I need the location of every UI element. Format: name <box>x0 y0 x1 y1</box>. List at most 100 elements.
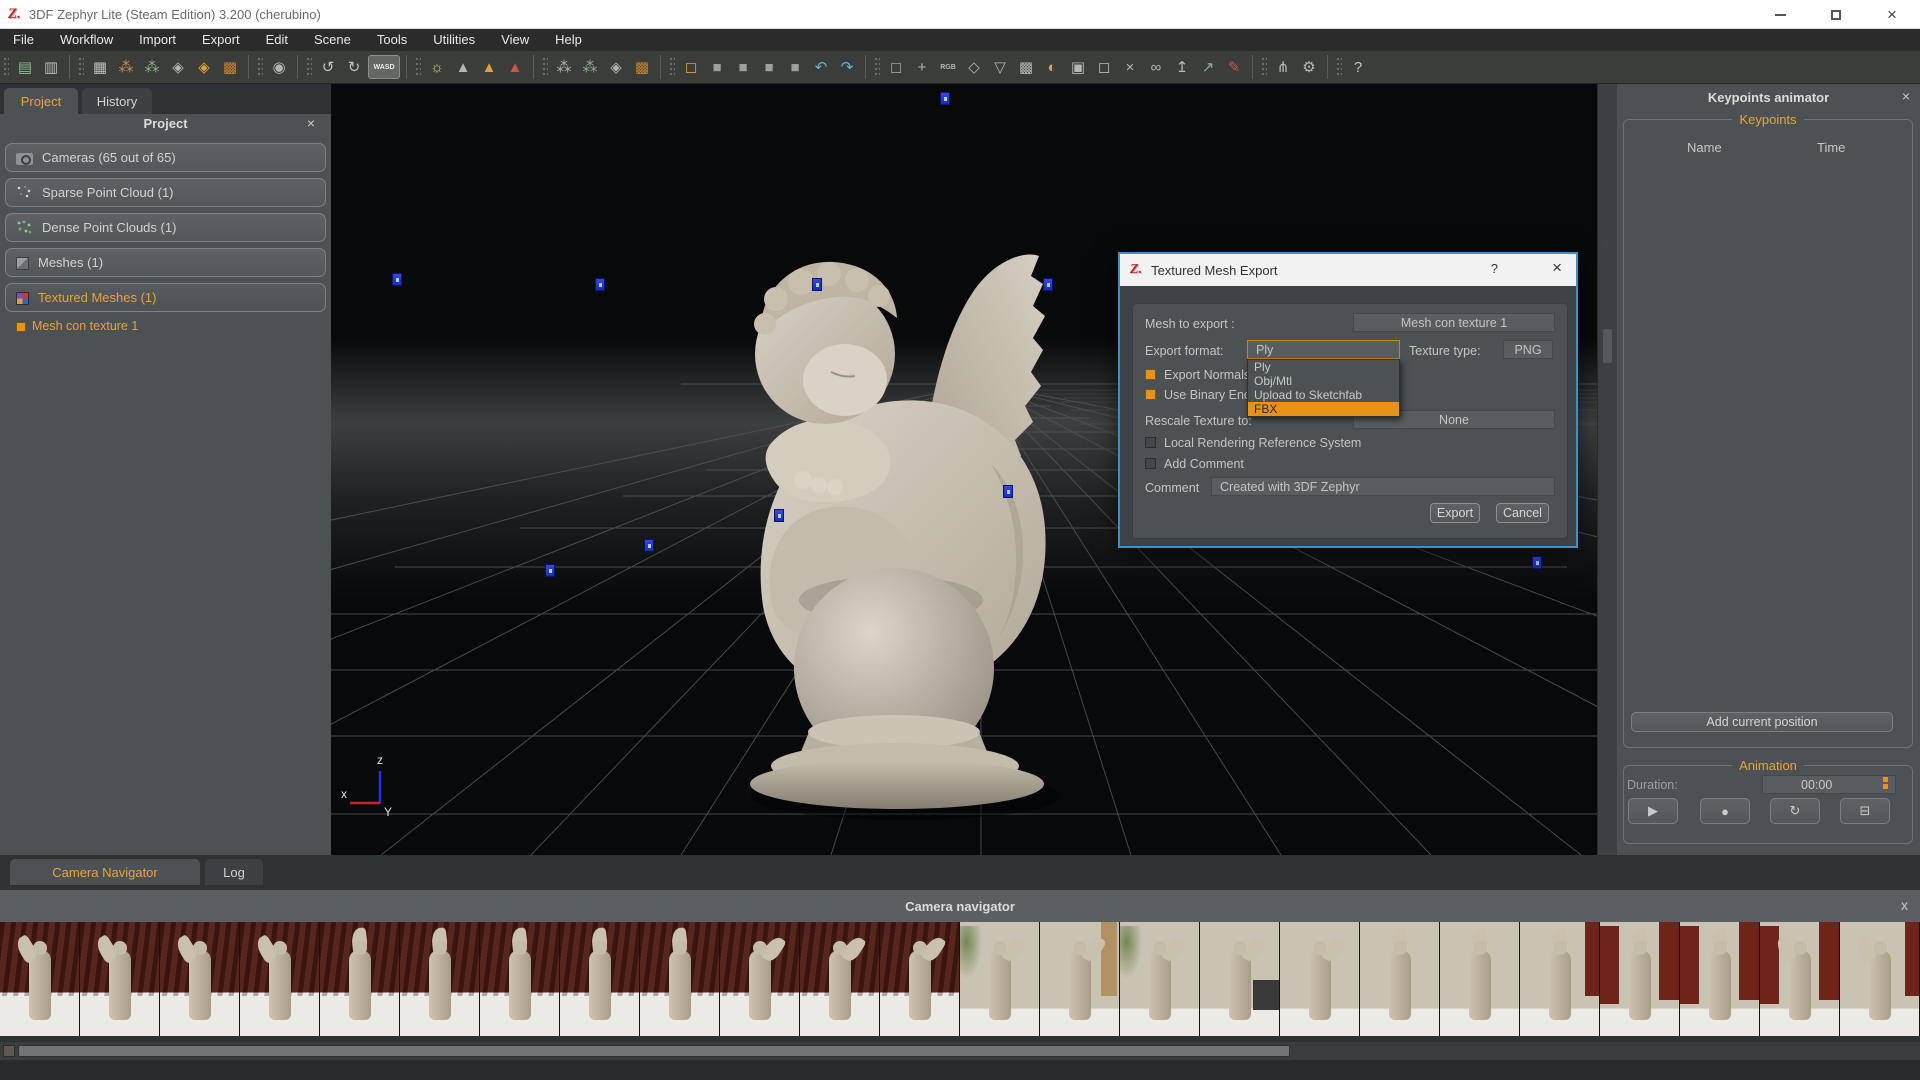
add-comment-checkbox[interactable] <box>1145 458 1156 469</box>
menu-workflow[interactable]: Workflow <box>47 29 126 51</box>
tab-log[interactable]: Log <box>205 859 263 885</box>
camera-thumbnail[interactable] <box>560 922 640 1036</box>
camera-thumbnail[interactable] <box>720 922 800 1036</box>
render-video-button[interactable]: ⊟ <box>1840 798 1890 824</box>
duration-input[interactable]: 00:00 <box>1762 775 1896 794</box>
tab-history[interactable]: History <box>82 88 152 114</box>
camera-thumbnail[interactable] <box>1440 922 1520 1036</box>
save-project-icon[interactable]: ▥ <box>39 55 63 79</box>
camera-thumbnail[interactable] <box>960 922 1040 1036</box>
comment-input[interactable]: Created with 3DF Zephyr <box>1211 477 1555 496</box>
orthophoto-icon[interactable]: ▩ <box>218 55 242 79</box>
menu-export[interactable]: Export <box>189 29 253 51</box>
camera-thumbnail[interactable] <box>400 922 480 1036</box>
turntable-rotation-icon[interactable]: ↻ <box>342 55 366 79</box>
rotate-view-left-icon[interactable]: ↺ <box>316 55 340 79</box>
move-selection-icon[interactable]: + <box>910 55 934 79</box>
tree-child-mesh-con-texture[interactable]: Mesh con texture 1 <box>32 319 138 333</box>
camera-thumbnail[interactable] <box>1120 922 1200 1036</box>
camera-thumbnail[interactable] <box>640 922 720 1036</box>
crop-box-icon[interactable]: ◻ <box>1092 55 1116 79</box>
show-sparse-points-icon[interactable]: ⁂ <box>552 55 576 79</box>
select-triangle-icon[interactable]: ▽ <box>988 55 1012 79</box>
show-dense-points-icon[interactable]: ⁂ <box>578 55 602 79</box>
camera-thumbnail[interactable] <box>480 922 560 1036</box>
dialog-help-icon[interactable]: ? <box>1491 261 1498 276</box>
camera-thumbnail[interactable] <box>1200 922 1280 1036</box>
densify-selection-icon[interactable]: ▩ <box>1014 55 1038 79</box>
close-icon[interactable]: × <box>1864 0 1920 29</box>
export-format-combo[interactable]: Ply <box>1247 340 1400 359</box>
dialog-close-icon[interactable]: × <box>1552 259 1562 276</box>
camera-thumbnail[interactable] <box>1360 922 1440 1036</box>
camera-cone-neutral-icon[interactable]: ▲ <box>451 55 475 79</box>
lighting-icon[interactable]: ☼ <box>425 55 449 79</box>
menu-file[interactable]: File <box>0 29 47 51</box>
duration-spinner[interactable] <box>1879 777 1891 792</box>
redo-icon[interactable]: ↷ <box>835 55 859 79</box>
cancel-button[interactable]: Cancel <box>1496 503 1549 523</box>
menu-help[interactable]: Help <box>542 29 595 51</box>
import-pictures-icon[interactable]: ▦ <box>88 55 112 79</box>
select-by-color-icon[interactable]: ◻ <box>884 55 908 79</box>
scrollbar-button[interactable] <box>3 1045 15 1057</box>
loop-button[interactable]: ↻ <box>1770 798 1820 824</box>
select-circle-icon[interactable]: ◇ <box>962 55 986 79</box>
navigator-close-icon[interactable]: x <box>1901 898 1908 912</box>
paint-edit-icon[interactable]: ✎ <box>1222 55 1246 79</box>
wasd-navigation-icon[interactable]: WASD <box>368 55 400 79</box>
camera-cone-highlight-icon[interactable]: ▲ <box>477 55 501 79</box>
camera-thumbnail[interactable] <box>1840 922 1920 1036</box>
delete-selection-icon[interactable]: × <box>1118 55 1142 79</box>
maximize-icon[interactable] <box>1808 0 1864 29</box>
scrollbar-thumb[interactable] <box>18 1045 1290 1057</box>
extract-mesh-icon[interactable]: ◈ <box>166 55 190 79</box>
tree-item-sparse[interactable]: Sparse Point Cloud (1) <box>5 178 326 207</box>
sparse-point-cloud-icon[interactable]: ⁂ <box>114 55 138 79</box>
play-button[interactable]: ▶ <box>1628 798 1678 824</box>
tab-project[interactable]: Project <box>4 88 78 114</box>
lasso-tool-icon[interactable]: ∞ <box>1144 55 1168 79</box>
dropdown-option-fbx[interactable]: FBX <box>1248 402 1399 416</box>
menu-import[interactable]: Import <box>126 29 189 51</box>
camera-thumbnail[interactable] <box>1600 922 1680 1036</box>
camera-thumbnail[interactable] <box>880 922 960 1036</box>
camera-thumbnail[interactable] <box>1680 922 1760 1036</box>
selection-tool-3-icon[interactable]: ■ <box>757 55 781 79</box>
menu-utilities[interactable]: Utilities <box>420 29 488 51</box>
camera-thumbnail[interactable] <box>1760 922 1840 1036</box>
camera-thumbnail[interactable] <box>320 922 400 1036</box>
menu-scene[interactable]: Scene <box>301 29 364 51</box>
camera-thumbnail[interactable] <box>1040 922 1120 1036</box>
camera-thumbnail[interactable] <box>160 922 240 1036</box>
keypoints-close-icon[interactable]: × <box>1902 89 1910 103</box>
camera-thumbnail[interactable] <box>1520 922 1600 1036</box>
pick-point-icon[interactable]: ↥ <box>1170 55 1194 79</box>
show-textured-mesh-icon[interactable]: ▩ <box>630 55 654 79</box>
fit-plane-icon[interactable]: ↗ <box>1196 55 1220 79</box>
tree-item-meshtex[interactable]: Textured Meshes (1) <box>5 283 326 312</box>
dropdown-option-upload-to-sketchfab[interactable]: Upload to Sketchfab <box>1248 388 1399 402</box>
record-button[interactable]: ● <box>1700 798 1750 824</box>
tree-item-camera[interactable]: Cameras (65 out of 65) <box>5 143 326 172</box>
dropdown-option-obj-mtl[interactable]: Obj/Mtl <box>1248 374 1399 388</box>
camera-thumbnail[interactable] <box>240 922 320 1036</box>
viewport-snapshot-icon[interactable]: ◉ <box>267 55 291 79</box>
camera-thumbnail[interactable] <box>0 922 80 1036</box>
camera-thumbnail[interactable] <box>1280 922 1360 1036</box>
minimize-icon[interactable] <box>1752 0 1808 29</box>
menu-tools[interactable]: Tools <box>364 29 420 51</box>
dropdown-option-ply[interactable]: Ply <box>1248 360 1399 374</box>
dense-point-cloud-icon[interactable]: ⁂ <box>140 55 164 79</box>
settings-wrench-icon[interactable]: ⋔ <box>1271 55 1295 79</box>
tree-item-dense[interactable]: Dense Point Clouds (1) <box>5 213 326 242</box>
local-rendering-checkbox[interactable] <box>1145 437 1156 448</box>
selection-tool-1-icon[interactable]: ■ <box>705 55 729 79</box>
rgb-filter-icon[interactable]: RGB <box>936 55 960 79</box>
tree-item-mesh[interactable]: Meshes (1) <box>5 248 326 277</box>
bounding-box-icon[interactable]: ▣ <box>1066 55 1090 79</box>
camera-thumbnail[interactable] <box>80 922 160 1036</box>
menu-edit[interactable]: Edit <box>253 29 301 51</box>
tab-camera-navigator[interactable]: Camera Navigator <box>10 859 200 885</box>
export-button[interactable]: Export <box>1430 503 1480 523</box>
